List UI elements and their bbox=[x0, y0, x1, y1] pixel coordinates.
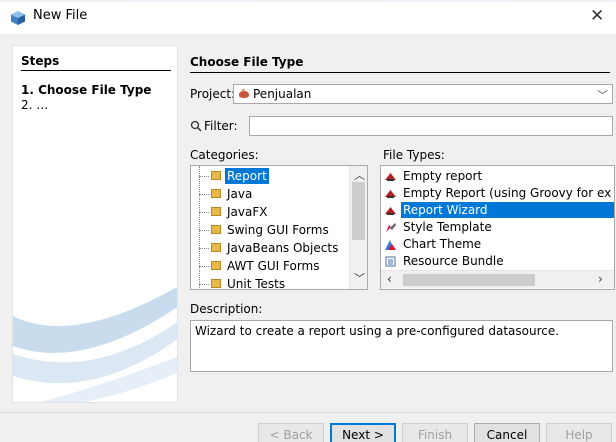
tree-connector bbox=[199, 248, 209, 249]
description-box: Wizard to create a report using a pre-co… bbox=[190, 320, 613, 372]
report-icon bbox=[385, 207, 396, 215]
scrollbar-thumb[interactable] bbox=[403, 274, 535, 286]
window-title: New File bbox=[33, 8, 88, 23]
folder-icon bbox=[211, 225, 221, 234]
page-title-divider bbox=[190, 72, 610, 73]
steps-header: Steps bbox=[21, 54, 60, 68]
folder-icon bbox=[211, 171, 221, 180]
tree-connector bbox=[199, 266, 209, 267]
step-item-2: 2. … bbox=[21, 98, 49, 112]
file-type-resource-bundle[interactable]: Resource Bundle bbox=[403, 253, 504, 269]
category-item-javabeans-objects[interactable]: JavaBeans Objects bbox=[227, 240, 338, 256]
tree-connector bbox=[199, 284, 209, 285]
file-type-empty-report-groovy[interactable]: Empty Report (using Groovy for ex bbox=[403, 185, 611, 201]
category-item-report[interactable]: Report bbox=[225, 168, 269, 184]
cancel-button[interactable]: Cancel bbox=[474, 423, 540, 442]
file-type-style-template[interactable]: Style Template bbox=[403, 219, 492, 235]
filter-input[interactable] bbox=[249, 116, 613, 136]
back-button[interactable]: < Back bbox=[258, 423, 324, 442]
report-icon bbox=[385, 190, 396, 198]
tree-connector bbox=[199, 212, 209, 213]
report-icon bbox=[385, 173, 396, 181]
folder-icon bbox=[211, 243, 221, 252]
project-value: Penjualan bbox=[253, 87, 312, 101]
finish-button[interactable]: Finish bbox=[402, 423, 468, 442]
chevron-down-icon[interactable]: ﹀ bbox=[354, 270, 365, 286]
chart-icon bbox=[385, 240, 396, 250]
description-text: Wizard to create a report using a pre-co… bbox=[195, 324, 560, 338]
tree-connector bbox=[199, 176, 209, 177]
file-types-horizontal-scrollbar[interactable]: ‹ › bbox=[381, 270, 614, 288]
tree-connector bbox=[199, 194, 209, 195]
project-icon bbox=[239, 88, 249, 98]
file-type-report-wizard[interactable]: Report Wizard bbox=[401, 202, 614, 218]
netbeans-cube-icon bbox=[11, 11, 25, 25]
wizard-decoration-graphic bbox=[13, 287, 177, 402]
folder-icon bbox=[211, 261, 221, 270]
project-label: Project: bbox=[190, 87, 236, 101]
file-types-label: File Types: bbox=[383, 148, 445, 162]
title-bar: New File ✕ bbox=[0, 0, 616, 34]
help-button[interactable]: Help bbox=[546, 423, 612, 442]
steps-panel: Steps 1. Choose File Type 2. … bbox=[12, 45, 178, 403]
filter-label: Filter: bbox=[204, 119, 238, 133]
category-item-awt-gui-forms[interactable]: AWT GUI Forms bbox=[227, 258, 319, 274]
categories-label: Categories: bbox=[190, 148, 259, 162]
file-types-list[interactable]: Empty report Empty Report (using Groovy … bbox=[380, 165, 615, 290]
page-title: Choose File Type bbox=[190, 55, 304, 69]
close-icon[interactable]: ✕ bbox=[590, 6, 604, 26]
step-item-1: 1. Choose File Type bbox=[21, 83, 152, 97]
next-button[interactable]: Next > bbox=[330, 423, 396, 442]
title-bar-top-edge bbox=[0, 0, 616, 3]
chevron-left-icon[interactable]: ‹ bbox=[387, 272, 392, 286]
category-item-unit-tests[interactable]: Unit Tests bbox=[227, 276, 285, 289]
chevron-up-icon[interactable]: ︿ bbox=[354, 167, 365, 183]
description-label: Description: bbox=[190, 302, 263, 316]
tree-connector bbox=[199, 230, 209, 231]
steps-divider bbox=[21, 70, 171, 71]
chevron-right-icon[interactable]: › bbox=[598, 272, 603, 286]
file-type-empty-report[interactable]: Empty report bbox=[403, 168, 482, 184]
bundle-icon bbox=[385, 256, 396, 267]
style-icon bbox=[386, 223, 396, 232]
folder-icon bbox=[211, 207, 221, 216]
category-item-javafx[interactable]: JavaFX bbox=[227, 204, 267, 220]
button-bar-divider bbox=[0, 412, 616, 413]
categories-vertical-scrollbar[interactable]: ︿ ﹀ bbox=[349, 166, 367, 289]
chevron-down-icon[interactable]: ﹀ bbox=[597, 87, 608, 103]
tree-connector bbox=[199, 166, 200, 289]
folder-icon bbox=[211, 279, 221, 288]
search-icon bbox=[190, 120, 202, 132]
category-item-java[interactable]: Java bbox=[227, 186, 252, 202]
project-combobox[interactable]: Penjualan ﹀ bbox=[233, 84, 613, 104]
category-item-swing-gui-forms[interactable]: Swing GUI Forms bbox=[227, 222, 329, 238]
categories-list[interactable]: Report Java JavaFX Swing GUI Forms JavaB… bbox=[190, 165, 368, 290]
folder-icon bbox=[211, 189, 221, 198]
file-type-chart-theme[interactable]: Chart Theme bbox=[403, 236, 481, 252]
scrollbar-thumb[interactable] bbox=[352, 182, 365, 240]
